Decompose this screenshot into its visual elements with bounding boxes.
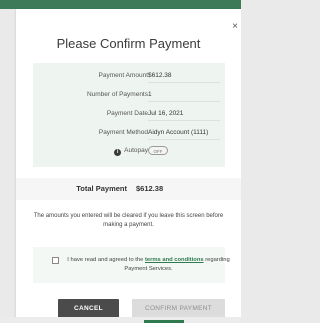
cancel-button[interactable]: CANCEL — [58, 299, 119, 318]
confirm-payment-modal: × Please Confirm Payment Payment Amount … — [16, 9, 241, 319]
detail-value: Aidyn Account (1111) — [148, 129, 209, 136]
autopay-label: i Autopay — [114, 147, 148, 156]
detail-value: Jul 16, 2021 — [148, 110, 184, 117]
detail-value: $612.38 — [148, 72, 172, 79]
detail-label: Number of Payments — [86, 91, 148, 98]
detail-value: 1 — [148, 91, 152, 98]
detail-row-method: Payment Method Aidyn Account (1111) — [33, 126, 225, 140]
close-icon[interactable]: × — [232, 22, 238, 32]
page-header-bar — [0, 0, 241, 9]
total-value: $612.38 — [136, 184, 164, 193]
info-icon[interactable]: i — [114, 149, 122, 156]
autopay-toggle[interactable]: OFF — [148, 146, 168, 155]
detail-row-autopay: i Autopay OFF — [33, 144, 225, 158]
divider — [148, 82, 220, 83]
divider — [148, 120, 220, 121]
terms-link[interactable]: terms and conditions — [145, 257, 204, 263]
confirm-payment-button[interactable]: CONFIRM PAYMENT — [132, 299, 225, 318]
detail-row-amount: Payment Amount $612.38 — [33, 69, 225, 83]
payment-details-panel: Payment Amount $612.38 Number of Payment… — [33, 63, 225, 167]
page-footer-strip — [0, 317, 241, 323]
total-payment-bar: Total Payment $612.38 — [16, 178, 241, 200]
autopay-label-text: Autopay — [124, 147, 148, 154]
divider — [148, 101, 220, 102]
detail-label: Payment Amount — [98, 72, 149, 79]
clear-warning-text: The amounts you entered will be cleared … — [33, 213, 224, 228]
detail-label: Payment Method — [98, 129, 148, 136]
divider — [148, 139, 220, 140]
detail-row-count: Number of Payments 1 — [33, 88, 225, 102]
agreement-text: I have read and agreed to the terms and … — [66, 256, 231, 274]
terms-checkbox[interactable] — [52, 257, 59, 264]
agreement-text-before: I have read and agreed to the — [67, 257, 145, 263]
detail-row-date: Payment Date Jul 16, 2021 — [33, 107, 225, 121]
detail-label: Payment Date — [106, 110, 148, 117]
total-label: Total Payment — [76, 184, 127, 193]
modal-title: Please Confirm Payment — [56, 36, 201, 51]
